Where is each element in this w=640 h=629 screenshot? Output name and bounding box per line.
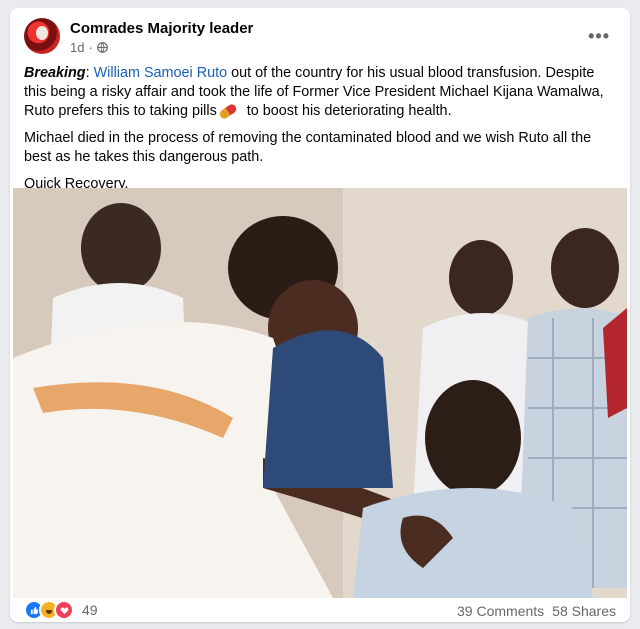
pill-emoji-icon xyxy=(217,102,238,121)
post-stats: 39 Comments 58 Shares xyxy=(457,603,616,619)
post-text: Breaking: William Samoei Ruto out of the… xyxy=(24,64,620,202)
reaction-count: 49 xyxy=(82,602,98,618)
globe-icon xyxy=(96,42,108,53)
post-paragraph-1: Breaking: William Samoei Ruto out of the… xyxy=(24,65,604,121)
page-name[interactable]: Comrades Majority leader xyxy=(70,20,253,37)
post-header: Comrades Majority leader 1d · ••• xyxy=(24,18,616,62)
shares-count[interactable]: 58 Shares xyxy=(552,603,616,619)
post-photo[interactable] xyxy=(13,188,627,598)
photo-illustration xyxy=(13,188,627,598)
comments-count[interactable]: 39 Comments xyxy=(457,603,544,619)
post-meta: 1d · xyxy=(70,40,108,55)
breaking-label: Breaking xyxy=(24,65,86,81)
more-options-button[interactable]: ••• xyxy=(588,26,610,47)
page-avatar[interactable] xyxy=(24,18,60,54)
reactions-summary[interactable]: 49 xyxy=(24,600,98,620)
post-paragraph-2: Michael died in the process of removing … xyxy=(24,130,592,165)
love-icon xyxy=(54,600,74,620)
post-card: Comrades Majority leader 1d · ••• Breaki… xyxy=(10,8,630,622)
post-time[interactable]: 1d xyxy=(70,40,84,55)
mention-link[interactable]: William Samoei Ruto xyxy=(94,65,228,81)
